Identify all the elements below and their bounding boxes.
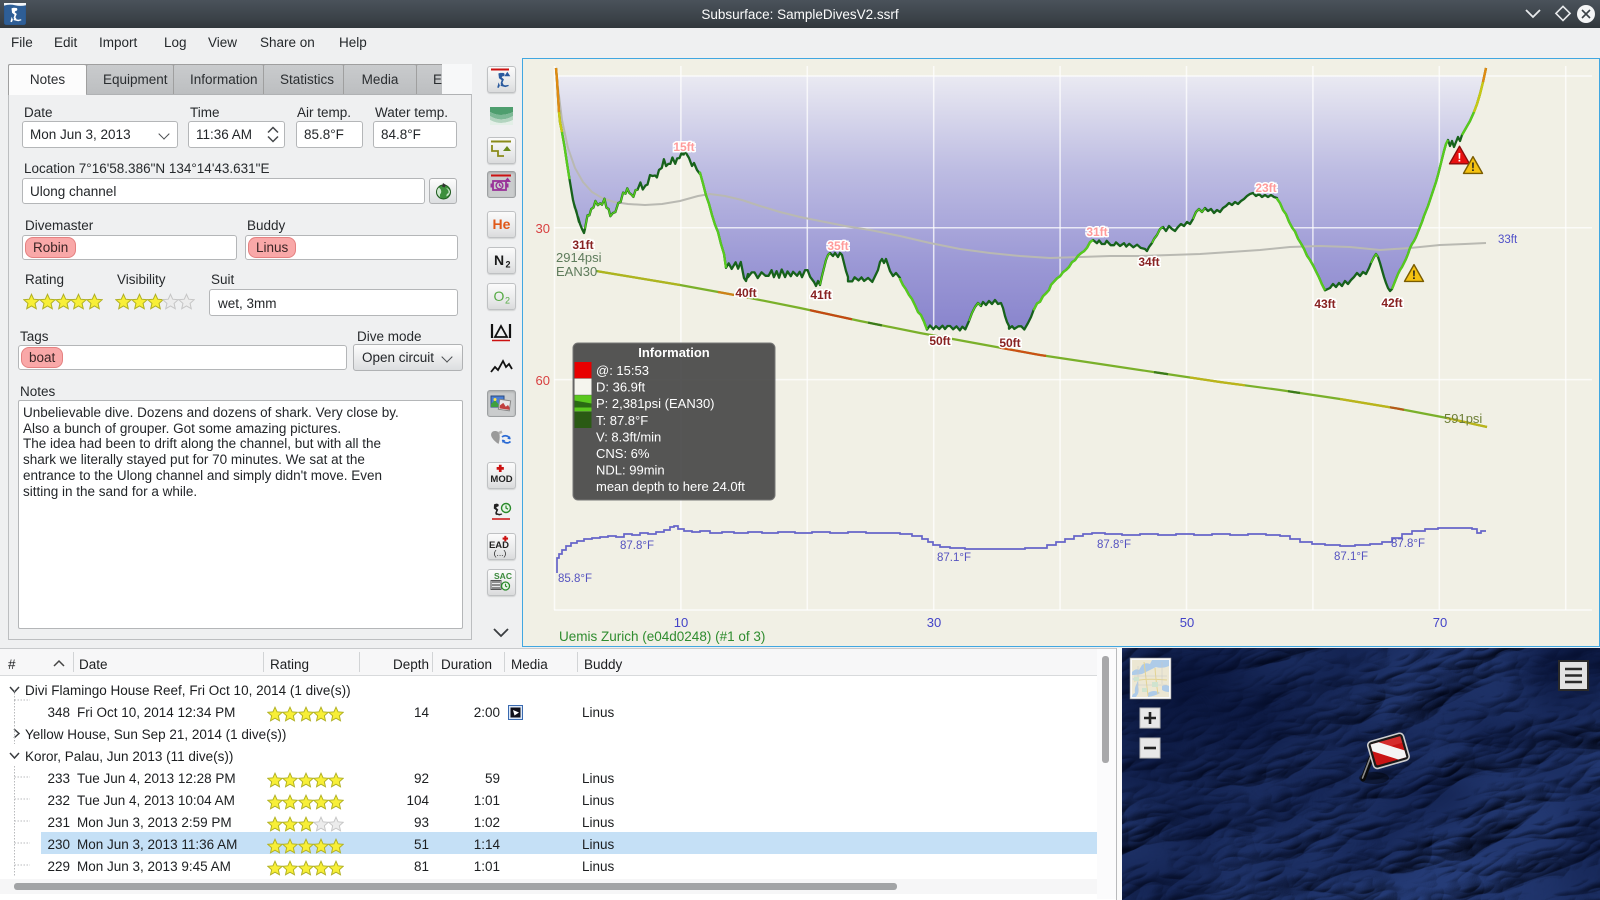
svg-text:50ft: 50ft <box>929 334 950 348</box>
svg-text:CNS: 6%: CNS: 6% <box>596 446 650 461</box>
svg-text:!: ! <box>1457 150 1461 164</box>
svg-text:87.8°F: 87.8°F <box>1391 538 1425 550</box>
svg-text:87.1°F: 87.1°F <box>1334 551 1368 563</box>
svg-text:Uemis Zurich (e04d0248) (#1 of: Uemis Zurich (e04d0248) (#1 of 3) <box>559 629 765 644</box>
svg-text:!: ! <box>1412 268 1416 282</box>
svg-text:(...): (...) <box>494 548 507 558</box>
svg-text:!: ! <box>1471 160 1475 174</box>
svg-text:591psi: 591psi <box>1444 411 1482 426</box>
svg-text:2: 2 <box>506 260 511 270</box>
svg-text:N: N <box>494 252 504 268</box>
svg-text:mean depth to here 24.0ft: mean depth to here 24.0ft <box>596 479 745 494</box>
svg-text:34ft: 34ft <box>1138 255 1159 269</box>
svg-text:60: 60 <box>536 373 550 388</box>
svg-text:30: 30 <box>536 221 550 236</box>
svg-text:35ft: 35ft <box>827 239 848 253</box>
svg-text:MOD: MOD <box>490 474 512 485</box>
svg-text:EAN30: EAN30 <box>556 264 597 279</box>
svg-text:70: 70 <box>1433 615 1447 630</box>
svg-text:41ft: 41ft <box>810 288 831 302</box>
svg-text:2914psi: 2914psi <box>556 250 602 265</box>
svg-text:V: 8.3ft/min: V: 8.3ft/min <box>596 429 661 444</box>
svg-text:He: He <box>493 216 511 232</box>
svg-text:D: 36.9ft: D: 36.9ft <box>596 380 646 395</box>
svg-text:15ft: 15ft <box>673 140 694 154</box>
svg-text:O: O <box>494 288 505 304</box>
svg-text:30: 30 <box>927 615 941 630</box>
svg-text:10: 10 <box>674 615 688 630</box>
svg-text:43ft: 43ft <box>1314 297 1335 311</box>
svg-text:@: 15:53: @: 15:53 <box>596 363 649 378</box>
svg-text:40ft: 40ft <box>735 286 756 300</box>
svg-text:87.8°F: 87.8°F <box>1097 539 1131 551</box>
svg-text:31ft: 31ft <box>1086 225 1107 239</box>
svg-text:NDL: 99min: NDL: 99min <box>596 463 665 478</box>
svg-text:42ft: 42ft <box>1381 296 1402 310</box>
svg-text:87.1°F: 87.1°F <box>937 552 971 564</box>
svg-text:T: 87.8°F: T: 87.8°F <box>596 413 648 428</box>
svg-text:87.8°F: 87.8°F <box>620 540 654 552</box>
svg-text:P: 2,381psi (EAN30): P: 2,381psi (EAN30) <box>596 396 715 411</box>
svg-text:23ft: 23ft <box>1255 181 1276 195</box>
svg-text:Information: Information <box>638 345 710 360</box>
svg-text:SAC: SAC <box>494 571 512 581</box>
svg-text:33ft: 33ft <box>1498 234 1518 246</box>
svg-text:2: 2 <box>505 296 510 306</box>
svg-text:50ft: 50ft <box>999 336 1020 350</box>
svg-text:50: 50 <box>1180 615 1194 630</box>
svg-text:85.8°F: 85.8°F <box>558 573 592 585</box>
